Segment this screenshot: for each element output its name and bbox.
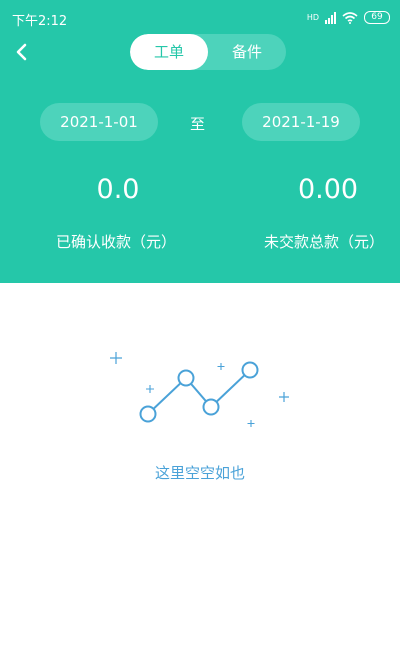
battery-icon: 69 [364, 11, 390, 24]
status-icons: HD 69 [307, 11, 390, 24]
confirmed-amount: 0.0 [96, 174, 140, 205]
confirmed-amount-label: 已确认收款（元） [56, 233, 177, 251]
unpaid-amount: 0.00 [297, 174, 359, 205]
back-arrow-icon[interactable] [10, 40, 34, 64]
empty-state-message: 这里空空如也 [154, 464, 245, 482]
tab-work-order[interactable]: 工单 [130, 34, 208, 70]
unpaid-amount-label: 未交款总款（元） [264, 233, 385, 251]
status-time: 下午2:12 [12, 14, 68, 29]
signal-label: HD [306, 12, 319, 22]
header-panel: 下午2:12 HD 69 工单 备件 2021-1-01 至 2021-1-19… [0, 0, 400, 283]
date-separator: 至 [190, 115, 206, 133]
end-date-button[interactable]: 2021-1-19 [242, 103, 360, 141]
tab-switch: 工单 备件 [130, 34, 286, 70]
wifi-icon [342, 11, 358, 24]
status-bar: 下午2:12 HD 69 [0, 0, 400, 34]
signal-icon [325, 11, 336, 24]
empty-state-illustration [110, 352, 289, 427]
tab-spare-parts[interactable]: 备件 [208, 34, 286, 70]
start-date-button[interactable]: 2021-1-01 [40, 103, 158, 141]
